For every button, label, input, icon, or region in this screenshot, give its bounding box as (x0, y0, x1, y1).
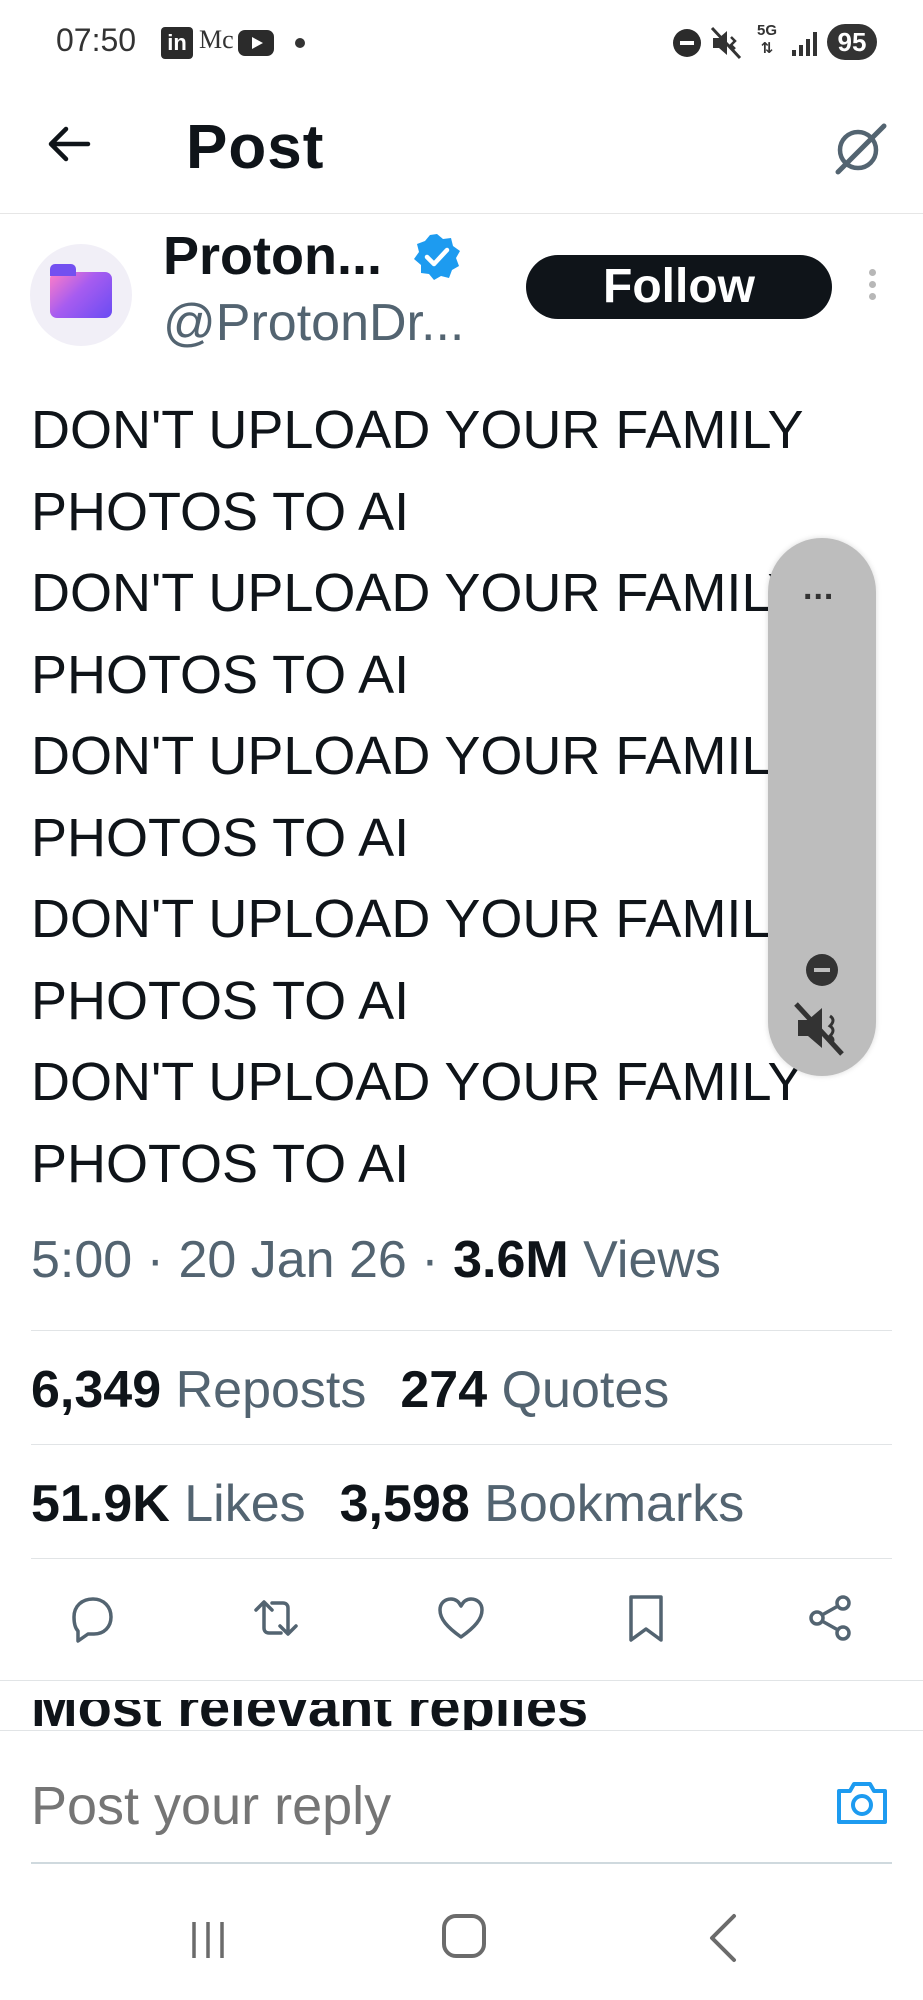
page-title: Post (186, 113, 325, 182)
status-time: 07:50 (56, 22, 137, 58)
reply-composer (0, 1730, 923, 1864)
five-g-label: 5G (756, 22, 777, 39)
reply-icon[interactable] (64, 1590, 120, 1646)
m-notification-icon: Mc (199, 25, 234, 54)
replies-section-heading: Most relevant replies (31, 1700, 631, 1730)
views-label: Views (583, 1231, 721, 1289)
author-handle[interactable]: @ProtonDr... (163, 293, 464, 353)
share-icon[interactable] (802, 1590, 858, 1646)
post-timestamp: 5:00 · 20 Jan 26 · 3.6M Views (31, 1231, 721, 1289)
likes-label: Likes (184, 1475, 306, 1533)
reposts-label: Reposts (175, 1361, 367, 1419)
linkedin-notification-icon: in (161, 27, 193, 59)
arrow-left-icon[interactable] (44, 118, 96, 170)
verified-badge-icon[interactable] (412, 232, 462, 282)
battery-indicator: 95 (827, 24, 877, 60)
do-not-disturb-icon[interactable] (806, 954, 838, 986)
post-text-line: PHOTOS TO AI (31, 1133, 410, 1194)
reposts-stat[interactable]: 6,349 Reposts (31, 1361, 366, 1419)
home-icon[interactable] (442, 1914, 486, 1958)
bookmarks-label: Bookmarks (484, 1475, 745, 1533)
volume-panel[interactable]: ... (768, 538, 876, 1076)
five-g-indicator: 5G ⇅ (756, 22, 777, 57)
more-options-icon[interactable] (862, 266, 882, 310)
divider (31, 1558, 892, 1559)
recents-icon[interactable] (186, 1918, 230, 1962)
youtube-notification-icon (238, 30, 274, 56)
status-bar: 07:50 in Mc 5G ⇅ 95 (0, 0, 923, 86)
quotes-stat[interactable]: 274 Quotes (400, 1361, 669, 1419)
proton-drive-logo (50, 264, 112, 318)
like-icon[interactable] (433, 1590, 489, 1646)
post-date: 20 Jan 26 (178, 1231, 407, 1289)
camera-icon[interactable] (834, 1777, 890, 1827)
repost-icon[interactable] (248, 1590, 304, 1646)
reply-underline (31, 1862, 892, 1864)
bookmarks-count: 3,598 (339, 1475, 470, 1533)
system-nav-bar (0, 1880, 923, 2000)
likes-stat[interactable]: 51.9K Likes (31, 1475, 306, 1533)
divider (31, 1330, 892, 1331)
quotes-label: Quotes (501, 1361, 670, 1419)
reposts-count: 6,349 (31, 1361, 162, 1419)
bookmark-icon[interactable] (618, 1590, 674, 1646)
post-text-line: DON'T UPLOAD YOUR FAMILY (31, 400, 804, 460)
signal-icon (792, 32, 817, 56)
volume-more-button[interactable]: ... (803, 571, 834, 605)
more-notifications-dot (295, 38, 305, 48)
avatar[interactable] (30, 244, 132, 346)
divider (0, 1680, 923, 1681)
post-text-line: DON'T UPLOAD YOUR FAMILY (31, 1052, 804, 1112)
quotes-count: 274 (400, 1361, 488, 1419)
follow-button[interactable]: Follow (526, 255, 832, 319)
bookmarks-stat[interactable]: 3,598 Bookmarks (340, 1475, 745, 1533)
back-icon[interactable] (704, 1910, 744, 1966)
author-name[interactable]: Proton... (163, 225, 382, 287)
post-text-line: PHOTOS TO AI (31, 481, 410, 542)
stats-row-likes: 51.9K Likes 3,598 Bookmarks (31, 1474, 744, 1534)
views-count: 3.6M (453, 1231, 569, 1289)
replies-heading-text: Most relevant replies (31, 1700, 631, 1730)
grok-icon[interactable] (832, 120, 888, 176)
post-header: Post (0, 86, 923, 214)
mute-icon (710, 26, 742, 60)
mute-icon[interactable] (792, 998, 852, 1058)
post-time: 5:00 (31, 1231, 133, 1289)
stats-row-reposts: 6,349 Reposts 274 Quotes (31, 1360, 669, 1420)
do-not-disturb-icon (673, 29, 701, 57)
reply-input[interactable] (31, 1775, 791, 1837)
likes-count: 51.9K (31, 1475, 170, 1533)
divider (31, 1444, 892, 1445)
